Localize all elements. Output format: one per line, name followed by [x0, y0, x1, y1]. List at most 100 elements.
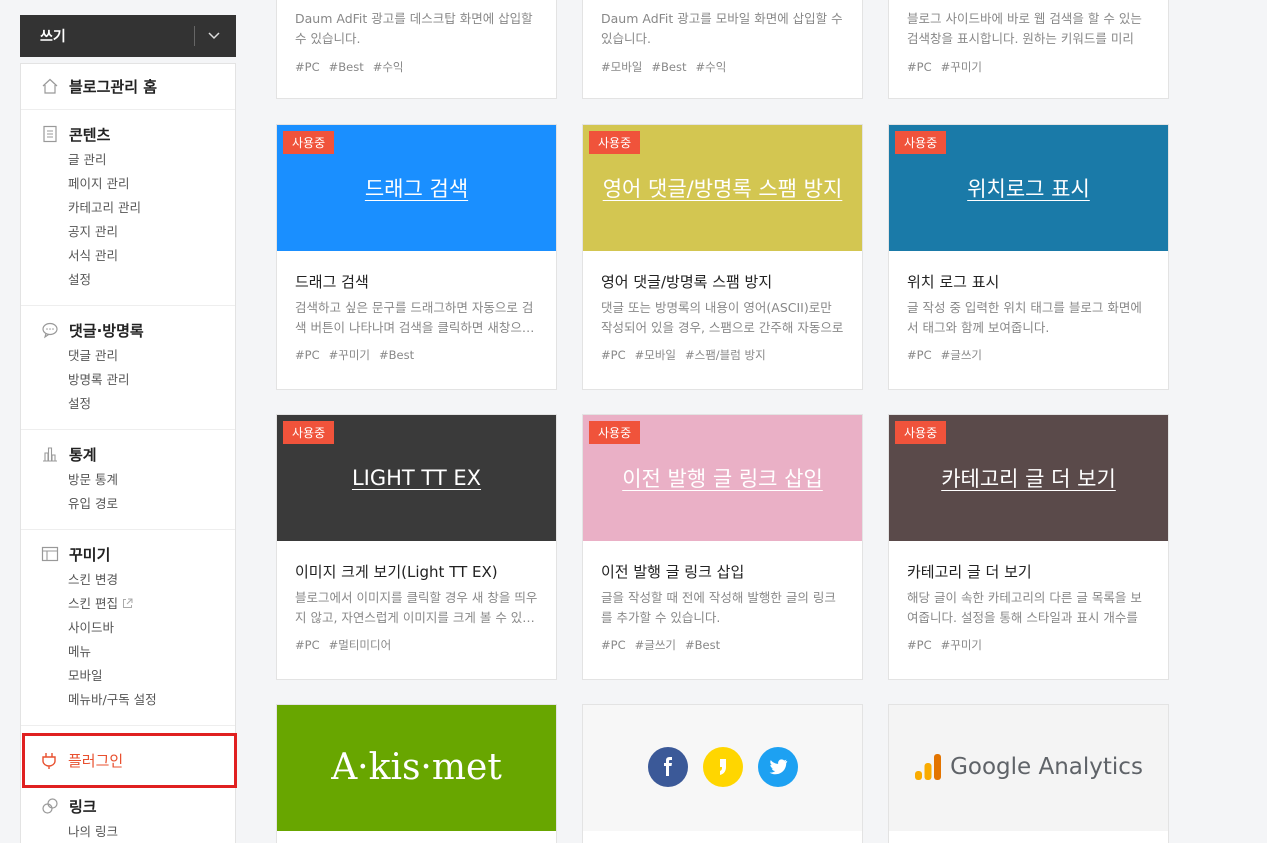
- tag: #Best: [651, 60, 687, 74]
- plugin-card-name: 위치 로그 표시: [907, 273, 1000, 291]
- write-button[interactable]: 쓰기: [20, 15, 236, 57]
- sidebar-item[interactable]: 공지 관리: [68, 220, 235, 244]
- sidebar-section-link: 링크 나의 링크: [21, 782, 235, 843]
- twitter-icon: [757, 747, 798, 787]
- analytics-bars-icon: [915, 754, 942, 780]
- sidebar-section-content: 콘텐츠 글 관리 페이지 관리 카테고리 관리 공지 관리 서식 관리 설정: [21, 110, 235, 306]
- external-link-icon: [122, 598, 133, 608]
- sidebar-section-comments: 댓글·방명록 댓글 관리 방명록 관리 설정: [21, 306, 235, 430]
- in-use-badge: 사용중: [589, 421, 641, 444]
- plugin-card[interactable]: Daum AdFit 광고를 데스크탑 화면에 삽입할 수 있습니다. #PC #…: [276, 0, 557, 99]
- plugin-card-name: 이전 발행 글 링크 삽입: [601, 563, 745, 581]
- sidebar-section-label: 통계: [69, 445, 97, 464]
- plugin-card-social[interactable]: [582, 704, 863, 843]
- card-body: [276, 831, 557, 843]
- tag: #글쓰기: [940, 348, 982, 362]
- akismet-logo: A·kis·met: [331, 746, 502, 788]
- home-icon: [41, 77, 59, 95]
- plugin-card-name: 드래그 검색: [295, 273, 369, 291]
- sidebar-item[interactable]: 메뉴: [68, 640, 235, 664]
- link-icon: [41, 797, 59, 815]
- sidebar-item[interactable]: 방명록 관리: [68, 368, 235, 392]
- bar-chart-icon: [41, 445, 59, 463]
- plugin-card-tags: #PC #글쓰기 #Best: [601, 637, 844, 653]
- tag: #Best: [328, 60, 364, 74]
- tag: #꾸미기: [940, 60, 982, 74]
- layout-icon: [41, 545, 59, 563]
- plugin-card[interactable]: 사용중 카테고리 글 더 보기 카테고리 글 더 보기 해당 글이 속한 카테고…: [888, 414, 1169, 680]
- plugin-card[interactable]: 사용중 위치로그 표시 위치 로그 표시 글 작성 중 입력한 위치 태그를 블…: [888, 124, 1169, 390]
- plugin-thumbnail-title: LIGHT TT EX: [351, 466, 482, 490]
- plugin-card-tags: #PC #글쓰기: [907, 347, 1150, 363]
- google-analytics-label: Google Analytics: [950, 754, 1143, 780]
- plugin-card-desc: 해당 글이 속한 카테고리의 다른 글 목록을 보여줍니다. 설정을 통해 스타…: [907, 590, 1142, 625]
- sidebar-item[interactable]: 설정: [68, 268, 235, 292]
- plugin-card-tags: #PC #Best #수익: [295, 59, 538, 75]
- sidebar-item[interactable]: 유입 경로: [68, 492, 235, 516]
- plugin-card[interactable]: 사용중 LIGHT TT EX 이미지 크게 보기(Light TT EX) 블…: [276, 414, 557, 680]
- sidebar-section-header[interactable]: 통계: [21, 442, 235, 466]
- in-use-badge: 사용중: [895, 131, 947, 154]
- tag: #PC: [601, 638, 626, 652]
- sidebar-item[interactable]: 나의 링크: [68, 820, 235, 843]
- sidebar-item[interactable]: 사이드바: [68, 616, 235, 640]
- tag: #PC: [601, 348, 626, 362]
- sidebar-item[interactable]: 글 관리: [68, 148, 235, 172]
- kakaostory-icon: [702, 747, 743, 787]
- plugin-card[interactable]: 블로그 사이드바에 바로 웹 검색을 할 수 있는 검색창을 표시합니다. 원하…: [888, 0, 1169, 99]
- plugin-thumbnail: 사용중 드래그 검색: [277, 125, 556, 251]
- sidebar-item[interactable]: 스킨 편집: [68, 592, 235, 616]
- in-use-badge: 사용중: [283, 131, 335, 154]
- in-use-badge: 사용중: [895, 421, 947, 444]
- plugin-card[interactable]: 사용중 영어 댓글/방명록 스팸 방지 영어 댓글/방명록 스팸 방지 댓글 또…: [582, 124, 863, 390]
- sidebar-item[interactable]: 스킨 변경: [68, 568, 235, 592]
- tag: #Best: [379, 348, 415, 362]
- sidebar-section-stats: 통계 방문 통계 유입 경로: [21, 430, 235, 530]
- sidebar-section-label: 콘텐츠: [69, 125, 111, 144]
- tag: #수익: [372, 60, 404, 74]
- sidebar-section-header[interactable]: 댓글·방명록: [21, 318, 235, 342]
- sidebar-item[interactable]: 방문 통계: [68, 468, 235, 492]
- tag: #수익: [695, 60, 727, 74]
- chevron-down-icon[interactable]: [206, 27, 222, 43]
- sidebar-item[interactable]: 서식 관리: [68, 244, 235, 268]
- plugin-thumbnail: 사용중 LIGHT TT EX: [277, 415, 556, 541]
- plugin-card[interactable]: Daum AdFit 광고를 모바일 화면에 삽입할 수 있습니다. #모바일 #…: [582, 0, 863, 99]
- speech-bubble-icon: [41, 321, 59, 339]
- sidebar-home-label: 블로그관리 홈: [69, 77, 158, 96]
- plugin-thumbnail-title: 이전 발행 글 링크 삽입: [622, 467, 823, 491]
- plugin-card-tags: #PC #멀티미디어: [295, 637, 538, 653]
- tag: #스팸/블럼 방지: [685, 348, 766, 362]
- plugin-card-tags: #모바일 #Best #수익: [601, 59, 844, 75]
- sidebar-item-plugin[interactable]: 플러그인: [22, 733, 237, 788]
- plugin-card-desc: 블로그 사이드바에 바로 웹 검색을 할 수 있는 검색창을 표시합니다. 원하…: [907, 11, 1142, 46]
- card-body: [582, 831, 863, 843]
- plugin-card-akismet[interactable]: A·kis·met: [276, 704, 557, 843]
- plugin-card-desc: 블로그에서 이미지를 클릭할 경우 새 창을 띄우지 않고, 자연스럽게 이미지…: [295, 590, 538, 625]
- plugin-card-name: 영어 댓글/방명록 스팸 방지: [601, 273, 773, 291]
- plugin-card[interactable]: 사용중 드래그 검색 드래그 검색 검색하고 싶은 문구를 드래그하면 자동으로…: [276, 124, 557, 390]
- sidebar-section-header[interactable]: 꾸미기: [21, 542, 235, 566]
- sidebar-item[interactable]: 메뉴바/구독 설정: [68, 688, 235, 712]
- plugin-thumbnail-title: 영어 댓글/방명록 스팸 방지: [602, 177, 843, 201]
- sidebar-section-label: 링크: [69, 797, 97, 816]
- sidebar-item-label: 스킨 편집: [68, 596, 118, 611]
- in-use-badge: 사용중: [283, 421, 335, 444]
- in-use-badge: 사용중: [589, 131, 641, 154]
- sidebar: 블로그관리 홈 콘텐츠 글 관리 페이지 관리 카테고리 관리 공지 관리 서식…: [20, 63, 236, 843]
- sidebar-item[interactable]: 댓글 관리: [68, 344, 235, 368]
- plugin-card-tags: #PC #모바일 #스팸/블럼 방지: [601, 347, 844, 363]
- plugin-card-desc: 글을 작성할 때 전에 작성해 발행한 글의 링크를 추가할 수 있습니다.: [601, 590, 836, 625]
- sidebar-item[interactable]: 카테고리 관리: [68, 196, 235, 220]
- plugin-card-google-analytics[interactable]: Google Analytics: [888, 704, 1169, 843]
- tag: #PC: [907, 638, 932, 652]
- sidebar-section-header[interactable]: 콘텐츠: [21, 122, 235, 146]
- sidebar-item[interactable]: 설정: [68, 392, 235, 416]
- sidebar-section-label: 댓글·방명록: [69, 321, 144, 340]
- sidebar-item[interactable]: 모바일: [68, 664, 235, 688]
- sidebar-home[interactable]: 블로그관리 홈: [21, 64, 235, 110]
- tag: #PC: [295, 60, 320, 74]
- plugin-card[interactable]: 사용중 이전 발행 글 링크 삽입 이전 발행 글 링크 삽입 글을 작성할 때…: [582, 414, 863, 680]
- sidebar-item[interactable]: 페이지 관리: [68, 172, 235, 196]
- sidebar-section-header[interactable]: 링크: [21, 794, 235, 818]
